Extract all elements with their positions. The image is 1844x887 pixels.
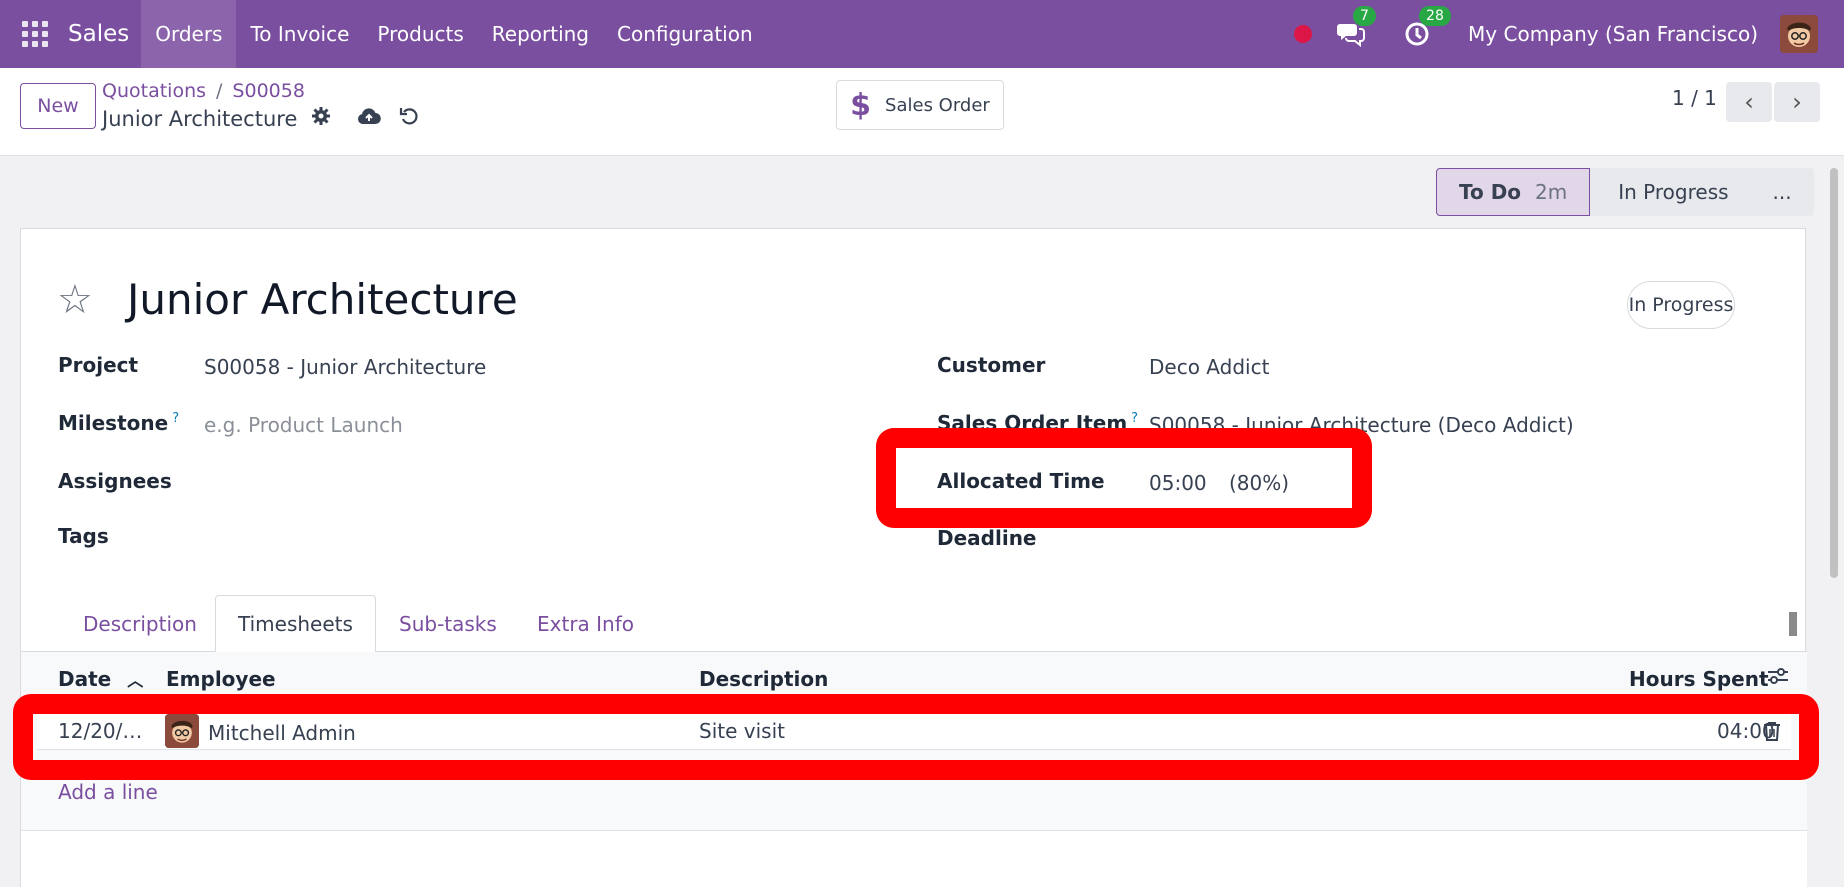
sort-ascending-icon: ︿ xyxy=(127,671,144,690)
recording-dot-icon[interactable] xyxy=(1294,25,1313,43)
messages-badge: 7 xyxy=(1353,6,1376,26)
user-avatar-image xyxy=(1780,15,1818,53)
sales-order-smart-button[interactable]: $ Sales Order xyxy=(836,80,1004,130)
record-name-row: Junior Architecture xyxy=(102,106,419,131)
allocated-time-highlight xyxy=(876,428,1372,528)
menu-orders[interactable]: Orders xyxy=(141,0,237,68)
table-footer xyxy=(21,831,1807,887)
project-field[interactable]: S00058 - Junior Architecture xyxy=(204,355,486,379)
tab-sub-tasks[interactable]: Sub-tasks xyxy=(377,595,519,652)
dollar-icon: $ xyxy=(850,87,872,123)
column-description[interactable]: Description xyxy=(699,667,828,691)
notebook-tabs: Description Timesheets Sub-tasks Extra I… xyxy=(21,595,1807,653)
tab-timesheets[interactable]: Timesheets xyxy=(215,595,376,653)
project-label: Project xyxy=(58,353,139,377)
sales-order-label: Sales Order xyxy=(885,94,990,116)
add-line-link[interactable]: Add a line xyxy=(58,780,158,804)
task-state-pill[interactable]: In Progress xyxy=(1627,281,1735,329)
cloud-upload-icon-svg xyxy=(358,108,382,125)
record-name: Junior Architecture xyxy=(102,106,298,131)
stage-more-button[interactable]: ... xyxy=(1750,168,1814,216)
menu-products[interactable]: Products xyxy=(363,0,477,68)
milestone-label-text: Milestone xyxy=(58,411,169,435)
optional-columns-icon[interactable] xyxy=(1767,666,1789,691)
cloud-upload-icon[interactable] xyxy=(357,106,382,131)
inner-scrollbar[interactable] xyxy=(1786,594,1800,650)
deadline-label: Deadline xyxy=(937,526,1037,550)
chevron-left-icon: ‹ xyxy=(1744,88,1754,116)
stage-statusbar: To Do 2m In Progress ... xyxy=(1436,168,1814,216)
column-hours-spent[interactable]: Hours Spent xyxy=(1629,667,1769,691)
milestone-field[interactable]: e.g. Product Launch xyxy=(204,413,403,437)
pager-value[interactable]: 1 / 1 xyxy=(1672,86,1717,110)
activities-badge: 28 xyxy=(1419,6,1451,26)
apps-grid-icon[interactable] xyxy=(22,21,48,47)
main-scrollbar-thumb[interactable] xyxy=(1830,168,1838,578)
stage-duration: 2m xyxy=(1535,180,1568,204)
assignees-field[interactable] xyxy=(204,469,804,497)
new-button[interactable]: New xyxy=(20,83,96,129)
column-employee[interactable]: Employee xyxy=(166,667,276,691)
top-navbar: Sales Orders To Invoice Products Reporti… xyxy=(0,0,1844,68)
breadcrumb: Quotations / S00058 xyxy=(102,80,305,102)
stage-to-do-label: To Do xyxy=(1459,180,1522,204)
breadcrumb-quotations[interactable]: Quotations xyxy=(102,80,206,102)
control-panel: New Quotations / S00058 Junior Architectur… xyxy=(0,68,1844,156)
deadline-field[interactable] xyxy=(1149,526,1649,554)
milestone-help-icon[interactable]: ? xyxy=(172,411,179,426)
tab-extra-info[interactable]: Extra Info xyxy=(515,595,656,652)
task-title[interactable]: Junior Architecture xyxy=(127,275,518,324)
customer-field[interactable]: Deco Addict xyxy=(1149,355,1269,379)
breadcrumb-s00058[interactable]: S00058 xyxy=(232,80,305,102)
sliders-icon xyxy=(1768,668,1788,684)
stage-to-do[interactable]: To Do 2m xyxy=(1436,168,1591,216)
user-avatar[interactable] xyxy=(1780,15,1818,53)
menu-to-invoice[interactable]: To Invoice xyxy=(236,0,363,68)
column-date[interactable]: Date ︿ xyxy=(58,667,143,691)
company-switcher[interactable]: My Company (San Francisco) xyxy=(1468,22,1758,46)
menu-reporting[interactable]: Reporting xyxy=(478,0,603,68)
tags-field[interactable] xyxy=(204,524,804,552)
tags-label: Tags xyxy=(58,524,109,548)
star-icon[interactable]: ☆ xyxy=(57,277,93,323)
form-sheet: ☆ Junior Architecture In Progress Projec… xyxy=(20,228,1807,887)
gear-icon[interactable] xyxy=(311,106,331,131)
discard-icon[interactable] xyxy=(399,106,419,131)
timesheet-row-highlight xyxy=(13,694,1819,780)
breadcrumb-separator: / xyxy=(216,80,223,102)
inner-scrollbar-thumb[interactable] xyxy=(1789,612,1797,636)
tab-description[interactable]: Description xyxy=(61,595,219,652)
gear-icon-svg xyxy=(312,107,331,125)
milestone-label: Milestone? xyxy=(58,411,179,435)
stage-in-progress[interactable]: In Progress xyxy=(1590,168,1751,216)
so-item-help-icon[interactable]: ? xyxy=(1131,411,1138,426)
customer-label: Customer xyxy=(937,353,1046,377)
menu-configuration[interactable]: Configuration xyxy=(603,0,767,68)
app-brand[interactable]: Sales xyxy=(68,21,129,47)
main-scrollbar[interactable] xyxy=(1826,168,1840,887)
messages-icon[interactable]: 7 xyxy=(1336,6,1376,49)
chevron-right-icon: › xyxy=(1792,88,1802,116)
column-date-label: Date xyxy=(58,667,112,691)
pager-previous-button[interactable]: ‹ xyxy=(1726,82,1772,122)
pager-next-button[interactable]: › xyxy=(1774,82,1820,122)
navbar-systray: 7 28 My Company (San Francisco) xyxy=(1294,0,1844,68)
assignees-label: Assignees xyxy=(58,469,172,493)
undo-icon-svg xyxy=(400,108,418,125)
activities-icon[interactable]: 28 xyxy=(1402,6,1451,49)
